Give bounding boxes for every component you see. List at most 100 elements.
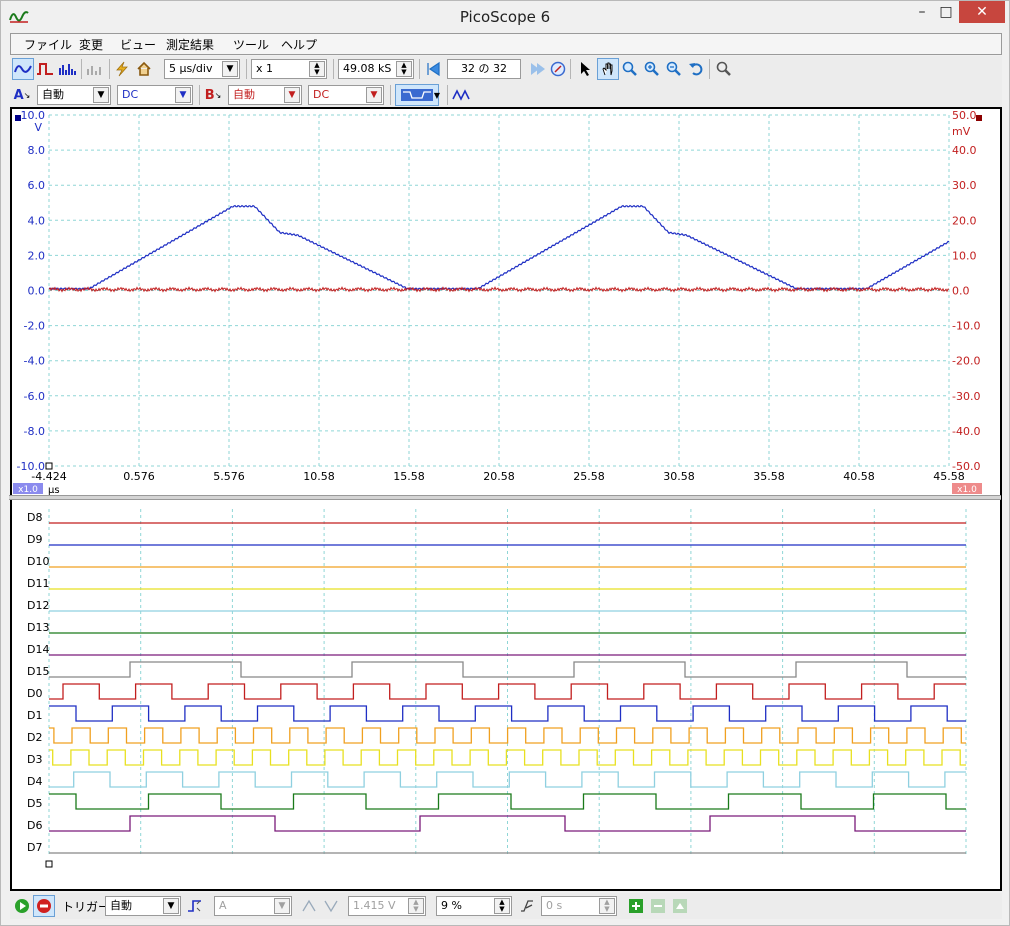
y-tick-label-left: 6.0 [28, 179, 46, 192]
view-splitter[interactable] [9, 495, 1001, 500]
trigger-mode-select[interactable]: 自動 ▼ [105, 896, 181, 916]
zoom-area-icon[interactable] [619, 58, 641, 80]
spin-arrows-icon: ▲ ▼ [396, 61, 412, 77]
y-tick-label-right: 30.0 [952, 179, 977, 192]
title-bar: PicoScope 6 – □ ✕ [1, 1, 1009, 33]
channel-a-options-button[interactable]: A ↘ [11, 84, 33, 106]
trigger-timing-icon[interactable] [516, 895, 538, 917]
channel-a-coupling-select[interactable]: DC ▼ [117, 85, 193, 105]
digital-channel-label: D8 [27, 511, 42, 524]
timebase-select[interactable]: 5 µs/div ▼ [164, 59, 240, 79]
trigger-delay-stepper[interactable]: 0 s ▲ ▼ [541, 896, 617, 916]
buffer-position-field[interactable]: 32 の 32 [447, 59, 521, 79]
x-tick-label: 40.58 [843, 470, 875, 483]
digital-channel-label: D10 [27, 555, 49, 568]
menu-edit[interactable]: 変更 [79, 36, 103, 53]
home-icon[interactable] [133, 58, 155, 80]
spin-arrows-icon: ▲ ▼ [494, 898, 510, 914]
menu-bar: ファイル 変更 ビュー 測定結果 ツール ヘルプ [10, 33, 1002, 55]
menu-file[interactable]: ファイル [24, 36, 72, 53]
x-tick-label: 0.576 [123, 470, 155, 483]
digital-channel-label: D12 [27, 599, 49, 612]
spin-arrows-icon: ▲ ▼ [599, 898, 615, 914]
y-tick-label-right: 10.0 [952, 249, 977, 262]
channel-b-range-select[interactable]: 自動 ▼ [228, 85, 302, 105]
digital-channel-label: D0 [27, 687, 42, 700]
zoom-overview-icon[interactable] [713, 58, 735, 80]
undo-zoom-icon[interactable] [685, 58, 707, 80]
remove-ruler-icon[interactable] [647, 895, 669, 917]
digital-trigger-marker[interactable] [45, 860, 53, 868]
y-tick-label-right: 0.0 [952, 285, 970, 298]
menu-help[interactable]: ヘルプ [281, 36, 317, 53]
y-tick-label-left: -6.0 [24, 390, 45, 403]
y-tick-label-right: 40.0 [952, 144, 977, 157]
channel-b-options-button[interactable]: B ↘ [202, 84, 224, 106]
rising-edge-icon[interactable] [298, 895, 320, 917]
chevron-down-icon: ▼ [284, 87, 300, 103]
digital-trace-d15 [49, 661, 966, 678]
picoscope-window: PicoScope 6 – □ ✕ ファイル 変更 ビュー 測定結果 ツール ヘ… [0, 0, 1010, 926]
zoom-in-icon[interactable] [641, 58, 663, 80]
samples-stepper[interactable]: 49.08 kS ▲ ▼ [338, 59, 414, 79]
chevron-down-icon: ▼ [274, 898, 290, 914]
add-ruler-icon[interactable] [625, 895, 647, 917]
channel-options-icon[interactable] [84, 58, 106, 80]
digital-trace-d5 [49, 793, 966, 810]
chevron-down-icon: ▼ [93, 87, 109, 103]
channel-a-range-select[interactable]: 自動 ▼ [37, 85, 111, 105]
next-buffer-icon[interactable] [526, 58, 548, 80]
chevron-down-icon: ▼ [163, 898, 179, 914]
main-toolbar: 5 µs/div ▼ x 1 ▲ ▼ 49.08 kS ▲ ▼ 32 の 32 [10, 56, 1002, 82]
scope-mode-icon[interactable] [12, 58, 34, 80]
digital-channel-label: D5 [27, 797, 42, 810]
auto-setup-icon[interactable] [111, 58, 133, 80]
x-tick-label: 35.58 [753, 470, 785, 483]
maximize-button[interactable]: □ [931, 1, 961, 23]
spin-arrows-icon: ▲ ▼ [408, 898, 424, 914]
digital-channel-label: D9 [27, 533, 42, 546]
math-channels-icon[interactable] [450, 84, 472, 106]
persistence-mode-icon[interactable] [34, 58, 56, 80]
digital-channel-label: D14 [27, 643, 49, 656]
hand-pan-icon[interactable] [597, 58, 619, 80]
pointer-icon[interactable] [575, 58, 597, 80]
close-button[interactable]: ✕ [959, 1, 1005, 23]
menu-tools[interactable]: ツール [233, 36, 269, 53]
first-buffer-icon[interactable] [422, 58, 444, 80]
digital-trace-d2 [49, 727, 966, 744]
ruler-settings-icon[interactable] [669, 895, 691, 917]
trigger-label: トリガー [62, 900, 111, 914]
start-icon[interactable] [11, 895, 33, 917]
x-tick-label: 15.58 [393, 470, 425, 483]
x-tick-label: 45.58 [933, 470, 965, 483]
x-tick-label: 25.58 [573, 470, 605, 483]
y-tick-label-left: -2.0 [24, 320, 45, 333]
right-scale-badge-text: x1.0 [957, 485, 977, 495]
channel-b-coupling-select[interactable]: DC ▼ [308, 85, 384, 105]
digital-channel-label: D2 [27, 731, 42, 744]
zoom-out-icon[interactable] [663, 58, 685, 80]
stop-icon[interactable] [33, 895, 55, 917]
falling-edge-icon[interactable] [320, 895, 342, 917]
zoom-stepper[interactable]: x 1 ▲ ▼ [251, 59, 327, 79]
navigate-icon[interactable] [547, 58, 569, 80]
trigger-marker[interactable] [45, 462, 53, 470]
spectrum-mode-icon[interactable] [56, 58, 78, 80]
x-tick-label: 20.58 [483, 470, 515, 483]
y-tick-label-right: 20.0 [952, 214, 977, 227]
trigger-threshold-stepper[interactable]: 1.415 V ▲ ▼ [348, 896, 426, 916]
menu-view[interactable]: ビュー [120, 36, 156, 53]
digital-channel-label: D4 [27, 775, 42, 788]
trigger-source-select[interactable]: A ▼ [214, 896, 292, 916]
menu-measurements[interactable]: 測定結果 [166, 36, 214, 53]
trigger-type-icon[interactable] [184, 895, 206, 917]
x-tick-label: 10.58 [303, 470, 335, 483]
digital-channel-label: D3 [27, 753, 42, 766]
chevron-down-icon[interactable]: ▼ [431, 84, 443, 106]
digital-channel-label: D6 [27, 819, 42, 832]
pretrigger-stepper[interactable]: 9 % ▲ ▼ [436, 896, 512, 916]
x-tick-label: -4.424 [31, 470, 66, 483]
left-scale-badge-text: x1.0 [18, 485, 38, 495]
chevron-down-icon: ▼ [222, 61, 238, 77]
